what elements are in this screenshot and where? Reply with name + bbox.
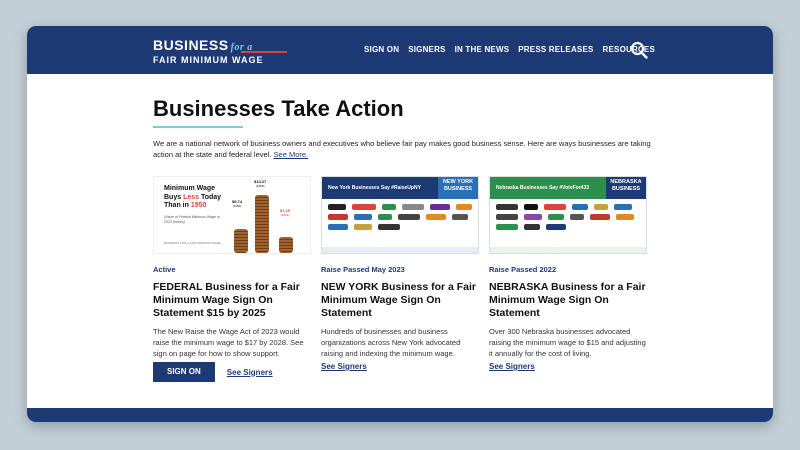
signer-logos [490, 199, 646, 235]
intro-text: We are a national network of business ow… [153, 138, 653, 160]
card-description: The New Raise the Wage Act of 2023 would… [153, 327, 304, 358]
thumb-sub: (Value of Federal Minimum Wage in 2023 D… [164, 215, 220, 224]
thumb-line1: Minimum Wage [164, 185, 216, 192]
thumb-headline: Minimum Wage Buys Less Today Than in 195… [164, 185, 221, 211]
signer-logos [322, 199, 478, 235]
logo-main: BUSINESS [153, 37, 229, 53]
main-nav: SIGN ON SIGNERS IN THE NEWS PRESS RELEAS… [364, 45, 655, 54]
logo-placeholder [328, 224, 348, 230]
card-nebraska: Nebraska Businesses Say #VoteFor433 NEBR… [489, 176, 647, 359]
card-actions-new-york: See Signers [321, 362, 367, 371]
nav-signers[interactable]: SIGNERS [408, 45, 445, 54]
logo-placeholder [524, 224, 540, 230]
card-thumbnail-nebraska: Nebraska Businesses Say #VoteFor433 NEBR… [489, 176, 647, 254]
logo-placeholder [594, 204, 608, 210]
logo-placeholder [402, 204, 424, 210]
logo-placeholder [496, 224, 518, 230]
logo-placeholder [590, 214, 610, 220]
coin-stack-2023 [279, 237, 293, 253]
thumb-line2c: Today [199, 193, 222, 201]
logo-placeholder [328, 204, 346, 210]
site-footer [27, 408, 773, 422]
logo-placeholder [378, 214, 392, 220]
card-federal: Minimum Wage Buys Less Today Than in 195… [153, 176, 311, 359]
logo-placeholder [614, 204, 632, 210]
card-title[interactable]: NEBRASKA Business for a Fair Minimum Wag… [489, 281, 647, 320]
card-actions-federal: SIGN ON See Signers [153, 362, 273, 382]
nav-in-the-news[interactable]: IN THE NEWS [455, 45, 510, 54]
logo-placeholder [496, 204, 518, 210]
logo-sub: FAIR MINIMUM WAGE [153, 55, 264, 65]
status-badge: Active [153, 265, 176, 274]
see-signers-link-federal[interactable]: See Signers [227, 368, 273, 377]
site-header: BUSINESS for a FAIR MINIMUM WAGE SIGN ON … [27, 26, 773, 74]
card-title[interactable]: FEDERAL Business for a Fair Minimum Wage… [153, 281, 311, 320]
logo-placeholder [354, 214, 372, 220]
logo-accent-bar [241, 51, 287, 53]
card-description: Hundreds of businesses and business orga… [321, 327, 461, 358]
logo-placeholder [398, 214, 420, 220]
search-icon[interactable] [630, 41, 648, 59]
browser-window: BUSINESS for a FAIR MINIMUM WAGE SIGN ON … [27, 26, 773, 422]
logo-placeholder [546, 224, 566, 230]
logo-placeholder [352, 204, 376, 210]
card-thumbnail-federal: Minimum Wage Buys Less Today Than in 195… [153, 176, 311, 254]
logo-placeholder [456, 204, 472, 210]
logo-placeholder [496, 214, 518, 220]
logo-placeholder [328, 214, 348, 220]
logo-placeholder [426, 214, 446, 220]
nav-sign-on[interactable]: SIGN ON [364, 45, 399, 54]
logo-placeholder [616, 214, 634, 220]
logo-placeholder [544, 204, 566, 210]
nav-press-releases[interactable]: PRESS RELEASES [518, 45, 593, 54]
card-new-york: New York Businesses Say #RaiseUpNY NEW Y… [321, 176, 479, 359]
thumb-footer-strip [322, 247, 478, 253]
see-signers-link-nebraska[interactable]: See Signers [489, 362, 535, 371]
logo-placeholder [572, 204, 588, 210]
card-actions-nebraska: See Signers [489, 362, 535, 371]
page-title: Businesses Take Action [153, 96, 404, 121]
logo-placeholder [570, 214, 584, 220]
logo-placeholder [430, 204, 450, 210]
label-1968: $14.27 (1968) [254, 179, 266, 188]
logo-placeholder [378, 224, 400, 230]
see-signers-link-new-york[interactable]: See Signers [321, 362, 367, 371]
thumb-line3b: 1950 [190, 202, 207, 209]
thumb-line3a: Than in [164, 202, 191, 209]
thumb-line2a: Buys [164, 193, 184, 201]
label-2023: $7.25 (2023) [280, 208, 290, 217]
card-title[interactable]: NEW YORK Business for a Fair Minimum Wag… [321, 281, 479, 320]
thumb-foot: BUSINESS FOR A FAIR MINIMUM WAGE [164, 241, 221, 245]
coin-stack-1950 [234, 229, 248, 253]
intro-body: We are a national network of business ow… [153, 139, 651, 159]
card-thumbnail-new-york: New York Businesses Say #RaiseUpNY NEW Y… [321, 176, 479, 254]
card-description: Over 300 Nebraska businesses advocated r… [489, 327, 646, 358]
year-1950: (1950) [232, 204, 242, 208]
thumb-tag: NEW YORK BUSINESS [438, 177, 478, 199]
logo-placeholder [354, 224, 372, 230]
site-logo[interactable]: BUSINESS for a FAIR MINIMUM WAGE [153, 37, 287, 66]
logo-placeholder [524, 214, 542, 220]
see-more-link[interactable]: See More. [274, 150, 309, 159]
sign-on-button[interactable]: SIGN ON [153, 362, 215, 382]
thumb-tag: NEBRASKA BUSINESS [606, 177, 646, 199]
status-badge: Raise Passed May 2023 [321, 265, 405, 274]
thumb-line2b: Less [183, 193, 200, 201]
logo-placeholder [452, 214, 468, 220]
year-1968: (1968) [255, 184, 265, 188]
coin-stack-1968 [255, 195, 269, 253]
logo-placeholder [524, 204, 538, 210]
logo-placeholder [382, 204, 396, 210]
title-underline [153, 126, 243, 128]
logo-placeholder [548, 214, 564, 220]
label-1950: $9.74 (1950) [232, 199, 242, 208]
thumb-footer-strip [490, 247, 646, 253]
year-2023: (2023) [280, 213, 290, 217]
status-badge: Raise Passed 2022 [489, 265, 557, 274]
